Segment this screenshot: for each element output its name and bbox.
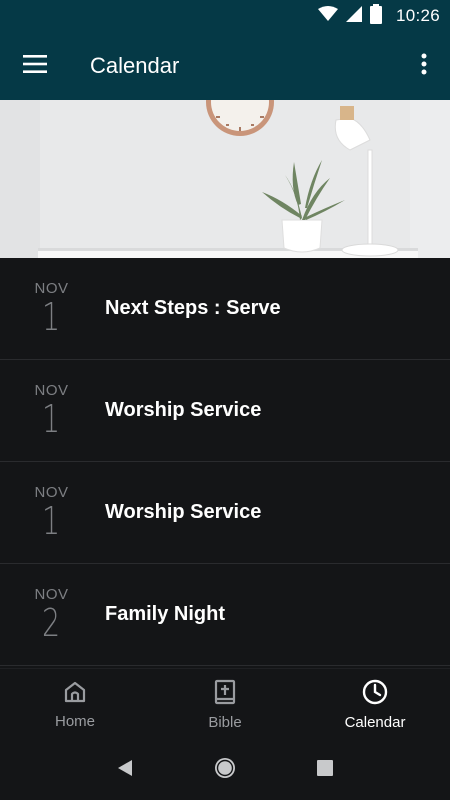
more-vertical-icon [421,53,427,80]
event-day: 1 [42,294,61,339]
event-title: Worship Service [105,399,262,421]
recents-button[interactable] [305,750,345,790]
home-icon [63,680,87,708]
signal-icon [345,5,362,27]
nav-home[interactable]: Home [0,669,150,741]
home-system-button[interactable] [205,750,245,790]
event-date: NOV 1 [0,280,105,339]
app-bar: Calendar [0,32,450,100]
status-bar: 10:26 [0,0,450,32]
event-item[interactable]: NOV 1 Worship Service [0,360,450,462]
home-circle-icon [213,756,237,785]
status-time: 10:26 [395,6,440,25]
event-title: Family Night [105,603,226,625]
wifi-icon [317,5,338,27]
event-date: NOV 1 [0,382,105,441]
event-title: Worship Service [105,501,262,523]
event-date: NOV 2 [0,586,105,645]
more-options-button[interactable] [398,32,450,100]
back-triangle-icon [117,759,133,782]
menu-button[interactable] [0,32,70,100]
header-image [0,100,450,258]
back-button[interactable] [105,750,145,790]
event-item[interactable]: NOV 1 Next Steps : Serve [0,258,450,360]
nav-bible-label: Bible [208,714,242,731]
recents-square-icon [317,759,333,781]
nav-calendar[interactable]: Calendar [300,669,450,741]
nav-bible[interactable]: Bible [150,669,300,741]
event-item[interactable]: NOV 2 Family Night [0,564,450,666]
nav-home-label: Home [54,713,95,730]
battery-icon [369,3,382,29]
bible-icon [214,679,236,709]
page-title: Calendar [90,53,180,78]
event-date: NOV 1 [0,484,105,543]
hamburger-menu-icon [23,54,47,78]
clock-icon [362,679,388,709]
system-nav [0,740,450,800]
status-icons: 10:26 [317,3,440,29]
event-day: 1 [42,396,61,441]
event-title: Next Steps : Serve [105,297,281,319]
event-day: 1 [42,498,61,543]
event-item[interactable]: NOV 1 Worship Service [0,462,450,564]
nav-calendar-label: Calendar [344,714,406,731]
event-list: NOV 1 Next Steps : Serve NOV 1 Worship S… [0,258,450,668]
event-day: 2 [42,600,61,645]
bottom-nav: Home Bible Calendar [0,668,450,741]
